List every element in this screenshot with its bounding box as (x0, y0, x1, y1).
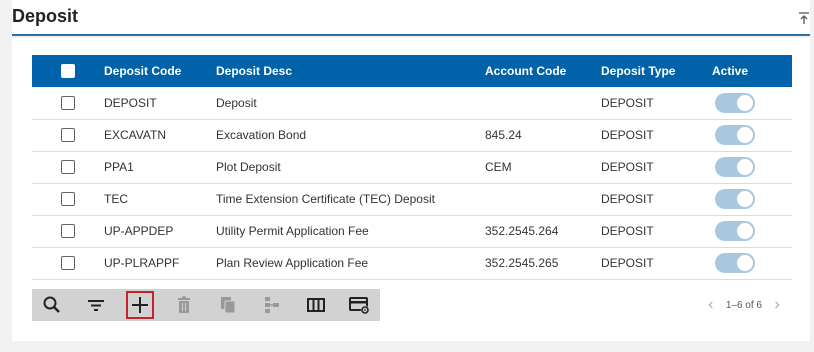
deposit-table: Deposit Code Deposit Desc Account Code D… (32, 55, 792, 280)
delete-button[interactable] (170, 291, 198, 319)
column-header-active[interactable]: Active (712, 55, 792, 87)
active-toggle[interactable] (715, 157, 755, 177)
cell-account: CEM (485, 151, 601, 184)
pager: ‹ 1–6 of 6 › (698, 289, 790, 321)
column-header-desc[interactable]: Deposit Desc (216, 55, 485, 87)
card-settings-button[interactable] (346, 291, 374, 319)
table-row[interactable]: TEC Time Extension Certificate (TEC) Dep… (32, 183, 792, 216)
active-toggle[interactable] (715, 189, 755, 209)
active-toggle[interactable] (715, 92, 755, 113)
table-row[interactable]: UP-APPDEP Utility Permit Application Fee… (32, 215, 792, 248)
cell-desc: Excavation Bond (216, 119, 485, 152)
cell-code: EXCAVATN (104, 119, 216, 152)
row-checkbox[interactable] (61, 160, 75, 175)
copy-button[interactable] (214, 291, 242, 319)
hierarchy-icon (265, 297, 279, 313)
select-all-checkbox[interactable] (61, 64, 75, 79)
columns-icon (307, 298, 325, 312)
row-checkbox[interactable] (61, 96, 75, 111)
row-checkbox[interactable] (61, 128, 75, 143)
deposit-panel: Deposit Deposit Code Deposit Desc Accoun… (0, 0, 814, 352)
cell-desc: Plot Deposit (216, 151, 485, 184)
cell-account: 845.24 (485, 119, 601, 152)
hierarchy-button[interactable] (258, 291, 286, 319)
columns-button[interactable] (302, 291, 330, 319)
add-icon (132, 297, 148, 313)
cell-type: DEPOSIT (601, 151, 712, 184)
grid-toolbar (32, 289, 380, 321)
table-row[interactable]: PPA1 Plot Deposit CEM DEPOSIT (32, 151, 792, 184)
row-checkbox[interactable] (61, 192, 75, 207)
cell-desc: Plan Review Application Fee (216, 247, 485, 280)
cell-type: DEPOSIT (601, 87, 712, 120)
search-button[interactable] (38, 291, 66, 319)
add-button[interactable] (126, 291, 154, 319)
active-toggle[interactable] (715, 253, 755, 273)
cell-account: 352.2545.265 (485, 247, 601, 280)
cell-account: 352.2545.264 (485, 215, 601, 248)
next-page-button[interactable]: › (764, 296, 790, 314)
table-row[interactable]: UP-PLRAPPF Plan Review Application Fee 3… (32, 247, 792, 280)
grid-card: Deposit Code Deposit Desc Account Code D… (12, 38, 810, 341)
copy-icon (221, 297, 236, 314)
column-header-code[interactable]: Deposit Code (104, 55, 216, 87)
cell-account (485, 87, 601, 120)
search-icon (43, 296, 60, 313)
page-title: Deposit (12, 6, 79, 26)
page-range: 1–6 of 6 (725, 299, 762, 311)
active-toggle[interactable] (715, 221, 755, 241)
column-header-account[interactable]: Account Code (485, 55, 601, 87)
panel-header: Deposit (12, 0, 810, 36)
cell-code: DEPOSIT (104, 87, 216, 120)
card-settings-icon (349, 297, 370, 315)
table-row[interactable]: DEPOSIT Deposit DEPOSIT (32, 87, 792, 120)
table-header-row: Deposit Code Deposit Desc Account Code D… (32, 55, 792, 87)
collapse-icon[interactable] (798, 11, 810, 25)
cell-code: UP-APPDEP (104, 215, 216, 248)
cell-desc: Utility Permit Application Fee (216, 215, 485, 248)
prev-page-button[interactable]: ‹ (698, 296, 724, 314)
active-toggle[interactable] (715, 125, 755, 145)
delete-icon (178, 296, 190, 313)
cell-desc: Deposit (216, 87, 485, 120)
column-header-type[interactable]: Deposit Type (601, 55, 712, 87)
cell-type: DEPOSIT (601, 119, 712, 152)
filter-icon (88, 300, 104, 311)
cell-desc: Time Extension Certificate (TEC) Deposit (216, 183, 485, 216)
cell-type: DEPOSIT (601, 215, 712, 248)
cell-type: DEPOSIT (601, 247, 712, 280)
row-checkbox[interactable] (61, 224, 75, 239)
cell-account (485, 183, 601, 216)
cell-type: DEPOSIT (601, 183, 712, 216)
cell-code: UP-PLRAPPF (104, 247, 216, 280)
table-row[interactable]: EXCAVATN Excavation Bond 845.24 DEPOSIT (32, 119, 792, 152)
filter-button[interactable] (82, 291, 110, 319)
cell-code: TEC (104, 183, 216, 216)
cell-code: PPA1 (104, 151, 216, 184)
row-checkbox[interactable] (61, 256, 75, 271)
